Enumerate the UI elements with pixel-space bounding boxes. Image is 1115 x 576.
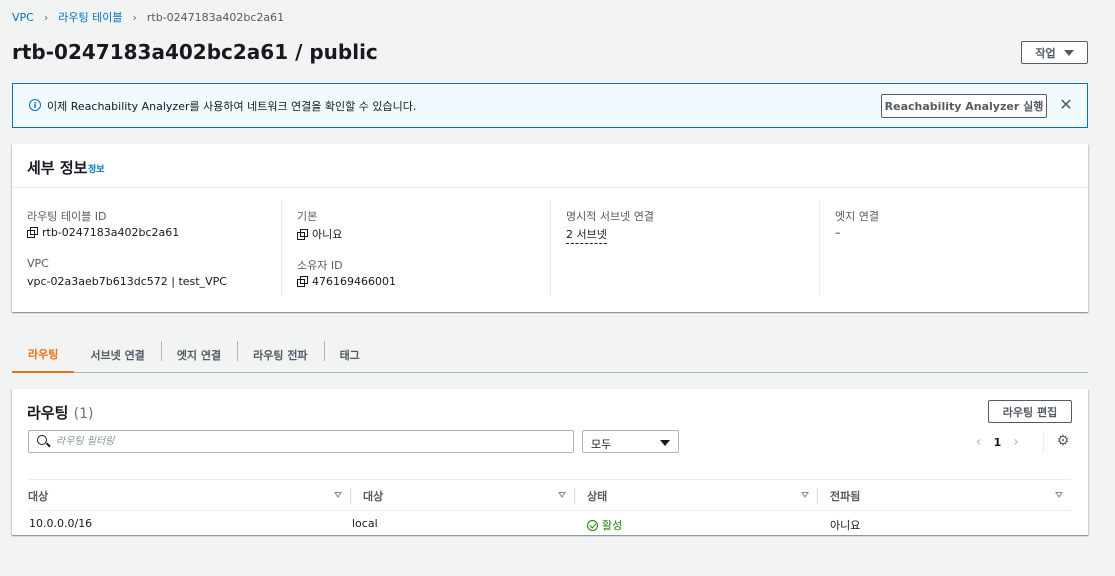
copy-icon[interactable] (297, 276, 308, 287)
main-text: 아니요 (312, 228, 343, 241)
route-table-id-value: rtb-0247183a402bc2a61 (27, 226, 179, 239)
run-reachability-analyzer-button[interactable]: Reachability Analyzer 실행 (881, 94, 1047, 118)
column-header-target[interactable]: 대상 (351, 480, 574, 511)
tab-routes[interactable]: 라우팅 (12, 337, 75, 373)
column-divider (550, 200, 551, 296)
tab-bar: 라우팅 서브넷 연결 엣지 연결 라우팅 전파 태그 (12, 337, 1088, 373)
copy-icon[interactable] (297, 228, 308, 240)
copy-icon[interactable] (27, 227, 38, 238)
vpc-link[interactable]: vpc-02a3aeb7b613dc572 | test_VPC (27, 275, 227, 288)
details-title: 세부 정보 (27, 159, 88, 177)
caret-down-icon (660, 440, 670, 446)
pager-divider (1043, 431, 1044, 453)
search-icon (37, 435, 47, 445)
route-table-id-label: 라우팅 테이블 ID (27, 210, 107, 223)
route-filter[interactable] (28, 430, 574, 453)
column-label: 대상 (363, 489, 384, 503)
edge-label: 엣지 연결 (835, 210, 879, 223)
chevron-right-icon: › (132, 10, 137, 24)
chevron-left-icon[interactable]: ‹ (976, 434, 982, 450)
page-title: rtb-0247183a402bc2a61 / public (12, 40, 378, 64)
breadcrumb-vpc-link[interactable]: VPC (12, 11, 34, 24)
tab-tags[interactable]: 태그 (323, 337, 376, 373)
routes-title-text: 라우팅 (27, 404, 69, 422)
column-header-propagated[interactable]: 전파됨 (818, 480, 1071, 511)
check-circle-icon (587, 519, 598, 531)
actions-label: 작업 (1035, 46, 1056, 60)
sort-icon[interactable] (801, 492, 809, 498)
cell-status: 활성 (587, 517, 622, 533)
owner-id-text: 476169466001 (312, 275, 396, 288)
owner-id-value: 476169466001 (297, 275, 396, 288)
chevron-right-icon: › (43, 10, 49, 24)
sort-icon[interactable] (558, 492, 566, 498)
breadcrumb: VPC › 라우팅 테이블 › rtb-0247183a402bc2a61 (12, 9, 284, 25)
owner-id-label: 소유자 ID (297, 259, 343, 272)
cell-propagated: 아니요 (830, 519, 861, 532)
route-table-id-text: rtb-0247183a402bc2a61 (42, 226, 180, 239)
status-text: 활성 (602, 519, 623, 532)
filter-select-value: 모두 (591, 438, 612, 451)
info-icon: i (29, 99, 41, 111)
main-value: 아니요 (297, 226, 342, 242)
breadcrumb-route-tables-link[interactable]: 라우팅 테이블 (58, 9, 122, 25)
column-header-status[interactable]: 상태 (575, 480, 817, 511)
search-input[interactable] (56, 433, 556, 450)
info-banner: i 이제 Reachability Analyzer를 사용하여 네트워크 연결… (12, 83, 1088, 128)
pagination: ‹ 1 › (976, 434, 1019, 450)
sort-icon[interactable] (334, 492, 342, 498)
sort-icon[interactable] (1055, 492, 1063, 498)
routes-title: 라우팅 (1) (27, 402, 93, 423)
details-header: 세부 정보 정보 (12, 144, 1088, 188)
page-number[interactable]: 1 (994, 436, 1002, 449)
tab-route-propagation[interactable]: 라우팅 전파 (237, 337, 323, 373)
cell-destination: 10.0.0.0/16 (29, 517, 93, 530)
banner-message: 이제 Reachability Analyzer를 사용하여 네트워크 연결을 … (47, 100, 417, 113)
column-label: 상태 (587, 489, 608, 503)
explicit-subnet-text[interactable]: 2 서브넷 (566, 226, 607, 244)
edit-routes-button[interactable]: 라우팅 편집 (988, 400, 1072, 423)
column-divider (281, 200, 282, 296)
caret-down-icon (1063, 49, 1074, 56)
main-label: 기본 (297, 210, 318, 223)
breadcrumb-current: rtb-0247183a402bc2a61 (146, 10, 285, 24)
column-divider (819, 200, 820, 296)
tab-edge-associations[interactable]: 엣지 연결 (160, 337, 237, 373)
column-label: 대상 (28, 489, 49, 503)
column-label: 전파됨 (830, 489, 861, 503)
close-icon[interactable]: ✕ (1059, 96, 1073, 114)
vpc-label: VPC (27, 257, 49, 270)
column-header-destination[interactable]: 대상 (28, 480, 350, 511)
routes-panel: 라우팅 (1) 라우팅 편집 모두 ‹ 1 › ⚙ 대상 대상 상태 (12, 389, 1088, 535)
details-info-link[interactable]: 정보 (88, 162, 105, 175)
edge-value: – (835, 226, 841, 239)
cell-target: local (352, 517, 378, 530)
details-panel: 세부 정보 정보 라우팅 테이블 ID rtb-0247183a402bc2a6… (12, 144, 1088, 312)
table-header: 대상 대상 상태 전파됨 (28, 479, 1071, 511)
tab-subnet-associations[interactable]: 서브넷 연결 (74, 337, 160, 373)
filter-select[interactable]: 모두 (582, 430, 679, 453)
chevron-right-icon[interactable]: › (1013, 434, 1019, 450)
explicit-subnet-label: 명시적 서브넷 연결 (566, 210, 654, 223)
routes-count: (1) (73, 406, 94, 422)
actions-dropdown-button[interactable]: 작업 (1021, 41, 1088, 64)
gear-icon[interactable]: ⚙ (1056, 434, 1070, 448)
table-row: 10.0.0.0/16 local 활성 아니요 (28, 511, 1071, 535)
explicit-subnet-value[interactable]: 2 서브넷 (566, 226, 607, 244)
